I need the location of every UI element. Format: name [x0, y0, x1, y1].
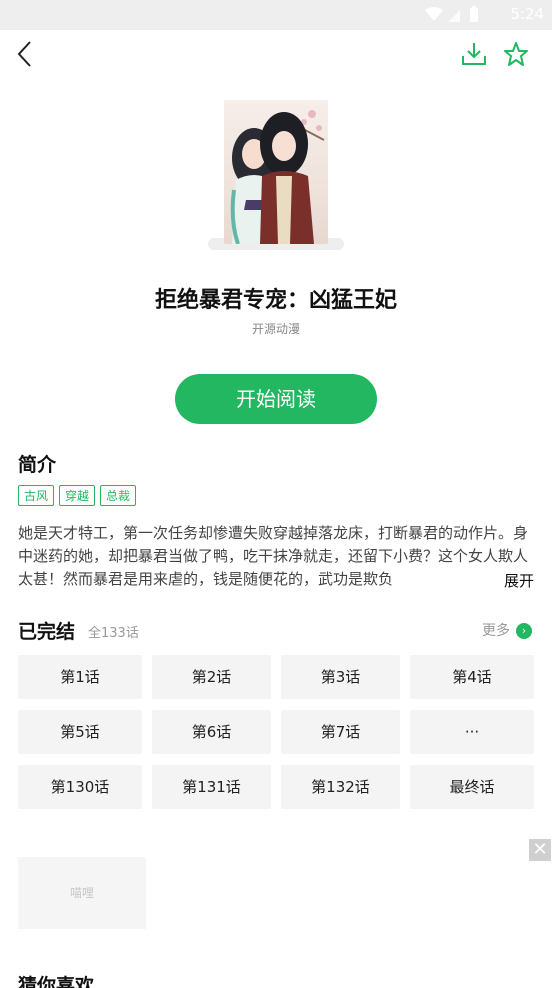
- cover-illustration: [230, 110, 325, 244]
- expand-description-button[interactable]: 展开: [504, 570, 534, 591]
- chapter-total: 全133话: [88, 626, 139, 641]
- ad-placeholder[interactable]: 喵哩: [18, 857, 146, 929]
- chapter-button[interactable]: 第131话: [152, 765, 271, 809]
- chapter-button[interactable]: 第6话: [152, 710, 271, 754]
- download-icon[interactable]: [460, 41, 488, 67]
- genre-tag[interactable]: 总裁: [100, 485, 137, 506]
- chapter-button[interactable]: 第4话: [410, 655, 534, 699]
- chapter-button[interactable]: 第130话: [18, 765, 142, 809]
- cover-container: [208, 100, 344, 258]
- comic-title: 拒绝暴君专宠：凶猛王妃: [154, 288, 397, 313]
- chapter-button[interactable]: 第132话: [281, 765, 400, 809]
- more-label: 更多: [482, 623, 510, 639]
- chapter-button[interactable]: 最终话: [410, 765, 534, 809]
- status-time: 5:24: [510, 5, 544, 23]
- genre-tag[interactable]: 古风: [18, 485, 55, 506]
- status-icons: [424, 6, 484, 28]
- start-reading-button[interactable]: 开始阅读: [175, 374, 377, 424]
- chapter-button[interactable]: 第7话: [281, 710, 400, 754]
- more-chapters-ellipsis-button[interactable]: ···: [410, 710, 534, 754]
- close-ad-icon[interactable]: ✕: [529, 839, 551, 861]
- star-icon[interactable]: [503, 41, 529, 67]
- top-bar: [0, 30, 552, 80]
- chapter-button[interactable]: 第2话: [152, 655, 271, 699]
- comic-author: 开源动漫: [251, 322, 300, 336]
- comic-cover-image: [224, 100, 328, 244]
- status-bar: 5:24: [0, 0, 552, 30]
- chapter-status: 已完结: [18, 621, 76, 643]
- back-arrow-icon[interactable]: [14, 40, 36, 68]
- genre-tags: 古风 穿越 总裁: [18, 485, 141, 506]
- wifi-signal-battery-icon: [425, 6, 478, 22]
- more-chapters-link[interactable]: 更多 ›: [482, 620, 532, 640]
- chapter-button[interactable]: 第5话: [18, 710, 142, 754]
- intro-heading: 简介: [18, 454, 57, 476]
- chapter-button[interactable]: 第3话: [281, 655, 400, 699]
- genre-tag[interactable]: 穿越: [59, 485, 96, 506]
- chapter-button[interactable]: 第1话: [18, 655, 142, 699]
- chevron-right-icon: ›: [516, 623, 532, 639]
- next-section-heading: 猜你喜欢: [18, 975, 95, 988]
